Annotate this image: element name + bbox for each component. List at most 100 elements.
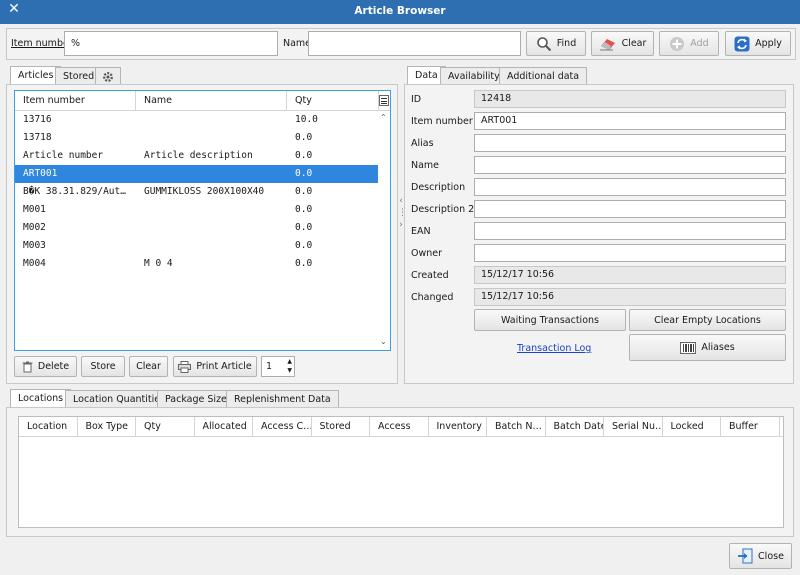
description-label: Description [411,182,466,193]
column-header-buffer[interactable]: Buffer [721,417,780,437]
clear-list-button[interactable]: Clear [129,356,168,377]
table-row[interactable]: ART001 0.0 [15,165,378,183]
transaction-log-link[interactable]: Transaction Log [517,343,591,354]
add-circle-icon [670,36,685,51]
column-header-batch-date[interactable]: Batch Date [546,417,604,437]
column-header-access[interactable]: Access [370,417,429,437]
alias-field[interactable] [474,134,786,152]
item-number-label: Item number [411,116,473,127]
alias-label: Alias [411,138,434,149]
id-field: 12418 [474,90,786,108]
column-header-box-type[interactable]: Box Type [78,417,136,437]
column-header-inventory[interactable]: Inventory [429,417,487,437]
find-label: Find [556,38,577,49]
table-row[interactable]: M002 0.0 [15,219,378,237]
close-button[interactable]: Close [729,543,792,569]
id-label: ID [411,94,422,105]
column-header-item-number[interactable]: Item number [15,91,136,111]
table-cell-item-number: M001 [23,204,46,215]
description-2-label: Description 2 [411,204,475,215]
clear-label: Clear [621,38,647,49]
clear-list-label: Clear [136,361,161,372]
ean-field[interactable] [474,222,786,240]
owner-field[interactable] [474,244,786,262]
name-field[interactable] [474,156,786,174]
aliases-button[interactable]: Aliases [629,334,786,361]
column-header-stored[interactable]: Stored [312,417,370,437]
clear-button[interactable]: Clear [591,31,654,56]
table-cell-qty: 0.0 [295,150,313,161]
table-row[interactable]: M001 0.0 [15,201,378,219]
table-cell-item-number: M004 [23,258,46,269]
trash-icon [22,361,33,372]
column-header-serial-nu[interactable]: Serial Nu… [604,417,663,437]
ean-label: EAN [411,226,431,237]
table-cell-qty: 0.0 [295,204,313,215]
name-search-input[interactable] [308,31,521,56]
column-header-qty[interactable]: Qty [136,417,195,437]
item-number-search-input[interactable]: % [64,31,278,56]
locations-table[interactable]: Location Box Type Qty Allocated Access C… Sto… [18,416,784,528]
article-list[interactable]: Item number Name Qty 13716 10.0 13718 0.0 Ar… [14,90,391,351]
table-cell-qty: 0.0 [295,222,313,233]
item-number-field[interactable]: ART001 [474,112,786,130]
tab-articles[interactable]: Articles [10,66,62,85]
locations-header: Location Box Type Qty Allocated Access C… Sto… [19,417,783,437]
table-cell-qty: 10.0 [295,114,318,125]
table-row[interactable]: 13716 10.0 [15,111,378,129]
table-cell-item-number: 13718 [23,132,52,143]
table-cell-qty: 0.0 [295,258,313,269]
tab-availability[interactable]: Availability [440,67,508,85]
add-button[interactable]: Add [659,31,719,56]
clear-empty-locations-button[interactable]: Clear Empty Locations [629,309,786,331]
find-button[interactable]: Find [526,31,586,56]
table-row[interactable]: Article number Article description 0.0 [15,147,378,165]
tab-additional-data[interactable]: Additional data [499,67,588,85]
column-header-location[interactable]: Location [19,417,78,437]
column-header-qty[interactable]: Qty [287,91,379,111]
print-article-button[interactable]: Print Article [173,356,257,377]
table-cell-qty: 0.0 [295,240,313,251]
table-cell-item-number: M002 [23,222,46,233]
waiting-transactions-button[interactable]: Waiting Transactions [474,309,626,331]
list-header: Item number Name Qty [15,91,390,111]
title-bar: ✕ Article Browser [0,0,800,24]
store-label: Store [90,361,116,372]
aliases-label: Aliases [701,342,735,353]
description-field[interactable] [474,178,786,196]
column-header-access-c[interactable]: Access C… [253,417,312,437]
table-cell-qty: 0.0 [295,168,313,179]
clear-empty-locations-label: Clear Empty Locations [654,314,761,326]
scroll-down-icon[interactable]: ⌄ [380,337,387,346]
table-cell-qty: 0.0 [295,132,313,143]
column-header-allocated[interactable]: Allocated [195,417,253,437]
column-header-batch-n[interactable]: Batch N… [487,417,546,437]
stepper-arrows-icon[interactable]: ▲ ▼ [287,357,292,375]
column-chooser-icon[interactable] [379,95,389,106]
eraser-icon [599,38,615,50]
tab-locations[interactable]: Locations [10,389,72,408]
table-row[interactable]: 13718 0.0 [15,129,378,147]
store-button[interactable]: Store [81,356,125,377]
column-header-name[interactable]: Name [136,91,287,111]
changed-label: Changed [411,292,454,303]
print-copies-value: 1 [266,361,273,372]
tab-article-settings[interactable] [95,67,121,85]
scroll-up-icon[interactable]: ⌃ [380,113,387,122]
tab-replenishment-data[interactable]: Replenishment Data [226,390,339,408]
barcode-icon [680,341,697,354]
printer-icon [178,360,192,373]
print-copies-stepper[interactable]: 1 ▲ ▼ [261,356,295,377]
description-2-field[interactable] [474,200,786,218]
list-scrollbar[interactable]: ⌃ ⌄ [378,111,390,350]
apply-button[interactable]: Apply [725,31,791,56]
table-row[interactable]: M003 0.0 [15,237,378,255]
waiting-transactions-label: Waiting Transactions [501,314,599,326]
gear-icon [103,72,113,82]
table-row[interactable]: M004 M 0 4 0.0 [15,255,378,273]
column-header-locked[interactable]: Locked [663,417,721,437]
delete-button[interactable]: Delete [14,356,77,377]
changed-field: 15/12/17 10:56 [474,288,786,306]
table-row[interactable]: B�K 38.31.829/Aut… GUMMIKLOSS 200X100X40 0… [15,183,378,201]
print-article-label: Print Article [196,361,252,372]
